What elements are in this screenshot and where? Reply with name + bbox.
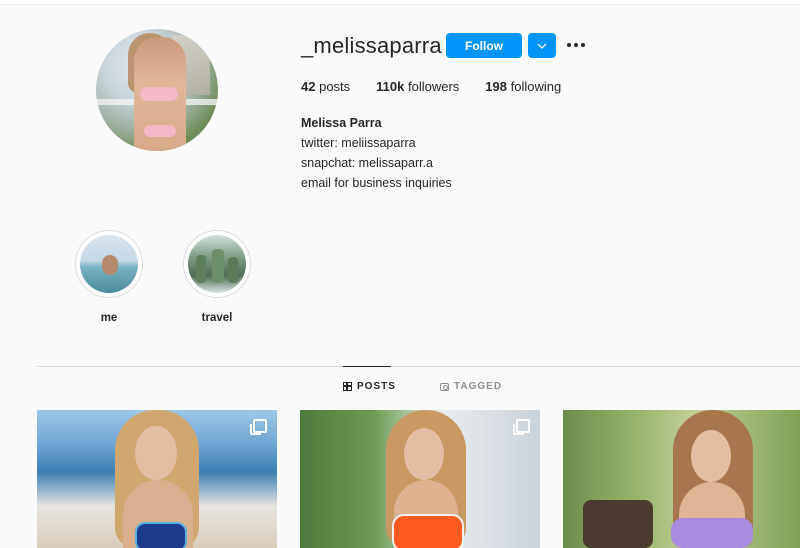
- posts-stat: 42 posts: [301, 79, 350, 94]
- highlight-cover-image: [188, 235, 246, 293]
- highlight-me[interactable]: me: [74, 230, 144, 324]
- followers-label: followers: [408, 79, 460, 94]
- highlight-label: me: [100, 312, 118, 324]
- following-label: following: [510, 79, 562, 94]
- post-thumbnail[interactable]: [300, 410, 540, 548]
- grid-icon: [343, 382, 352, 391]
- tagged-icon: [440, 382, 449, 391]
- highlight-travel[interactable]: travel: [182, 230, 252, 324]
- profile-avatar[interactable]: [96, 29, 218, 151]
- posts-count: 42: [301, 79, 316, 94]
- profile-username: _melissaparra: [301, 33, 442, 58]
- bio-line: twitter: meliissaparra: [301, 136, 416, 150]
- highlight-label: travel: [201, 312, 233, 324]
- active-tab-indicator: [343, 366, 391, 367]
- more-options-button[interactable]: [565, 36, 587, 54]
- multiple-images-icon: [250, 419, 267, 435]
- bio-line: snapchat: melissaparr.a: [301, 156, 434, 170]
- follow-button[interactable]: Follow: [446, 33, 522, 58]
- profile-full-name: Melissa Parra: [301, 116, 382, 130]
- following-stat[interactable]: 198 following: [485, 79, 561, 94]
- multiple-images-icon: [513, 419, 530, 435]
- profile-stats: 42 posts 110k followers 198 following: [301, 79, 587, 94]
- tab-posts[interactable]: POSTS: [343, 381, 396, 392]
- tabs-divider: [37, 366, 800, 367]
- post-thumbnail[interactable]: [37, 410, 277, 548]
- tab-posts-label: POSTS: [357, 381, 396, 392]
- highlight-cover-image: [80, 235, 138, 293]
- highlight-ring: [75, 230, 143, 298]
- tab-tagged-label: TAGGED: [454, 381, 503, 392]
- chevron-down-icon: [537, 43, 547, 49]
- profile-bio: Melissa Parra twitter: meliissaparra sna…: [301, 113, 452, 193]
- posts-label: posts: [319, 79, 351, 94]
- following-count: 198: [485, 79, 507, 94]
- tab-tagged[interactable]: TAGGED: [440, 381, 502, 392]
- followers-count: 110k: [376, 79, 405, 94]
- suggested-accounts-dropdown-button[interactable]: [528, 33, 556, 58]
- bio-line: email for business inquiries: [301, 176, 452, 190]
- highlight-ring: [183, 230, 251, 298]
- followers-stat[interactable]: 110k followers: [376, 79, 459, 94]
- top-border: [0, 0, 800, 5]
- more-dots-icon: [567, 43, 571, 47]
- post-thumbnail[interactable]: [563, 410, 800, 548]
